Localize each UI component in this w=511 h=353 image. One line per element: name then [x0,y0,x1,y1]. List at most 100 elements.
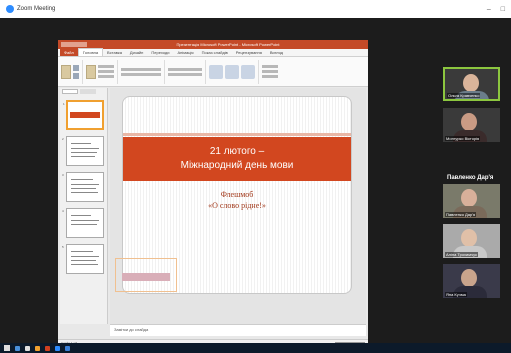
thumb-text-line [71,156,95,157]
thumb-text-line [71,188,96,189]
task-view-icon[interactable] [25,345,30,351]
clipboard-group [61,59,83,84]
browser-icon[interactable] [65,345,70,351]
thumb-number: 5 [62,245,64,249]
participant-face [461,269,477,287]
notes-pane[interactable]: Замітки до слайда [110,324,366,336]
editing-group [262,60,281,84]
paste-button[interactable] [61,64,71,79]
thumb-text-line [71,264,98,265]
thumb-text-line [71,220,99,221]
thumb-text-line [71,215,91,216]
tab-insert[interactable]: Вставка [103,49,126,56]
search-icon[interactable] [15,345,20,351]
title-band: 21 лютого – Міжнародний день мови [123,137,351,181]
thumb-number: 2 [62,137,64,141]
drawing-group [209,59,259,84]
participant-name: Аліна Трохимчук [445,252,478,257]
slide-thumbnail[interactable]: 1 [63,100,104,130]
powerpoint-title: Презентація Microsoft PowerPoint - Micro… [176,42,280,47]
maximize-button[interactable]: □ [501,6,505,13]
slide-thumbnail[interactable]: 4 [62,208,104,238]
align-buttons[interactable] [168,72,202,76]
participant-name: Павленко Дар'я [445,212,477,217]
windows-start-icon[interactable] [4,345,10,351]
slide-thumbnail[interactable]: 3 [62,172,104,202]
new-slide-button[interactable] [86,64,96,79]
replace-button[interactable] [262,70,278,73]
zoom-taskbar-icon[interactable] [55,345,60,351]
tab-home[interactable]: Головна [77,48,104,56]
tab-transitions[interactable]: Переходи [147,49,173,56]
thumbnail-tabs [60,88,107,95]
slide-thumbnail[interactable]: 2 [62,136,104,166]
layout-button[interactable] [98,65,114,68]
ribbon-tabs: Файл Головна Вставка Дизайн Переходи Ані… [58,48,368,57]
participant-face [463,74,479,92]
font-style-buttons[interactable] [121,72,161,76]
meeting-area: Презентація Microsoft PowerPoint - Micro… [0,18,511,346]
participant-tile[interactable]: Ольга Кравченко [443,67,500,101]
participant-tile[interactable]: Аліна Трохимчук [443,224,500,258]
tab-design[interactable]: Дизайн [126,49,147,56]
powerpoint-taskbar-icon[interactable] [45,345,50,351]
thumb-number: 3 [62,173,64,177]
tab-file[interactable]: Файл [60,49,78,56]
powerpoint-body: 1 2 3 4 5 21 лютого – Міжнародний день м… [58,88,368,338]
tab-review[interactable]: Рецензування [232,49,266,56]
font-family-select[interactable] [121,67,161,71]
slide-title-line2: Міжнародний день мови [180,160,294,171]
thumb-text-line [71,260,96,261]
thumb-text-line [71,184,99,185]
slide-subtitle-line2: «О слово рідне!» [208,201,266,210]
copy-icon[interactable] [73,72,79,79]
paragraph-group [168,59,206,84]
taskbar [0,343,511,353]
cut-icon[interactable] [73,64,79,71]
thumb-text-line [71,179,93,180]
zoom-logo-icon [6,5,14,13]
participant-face [461,229,477,247]
tab-slides[interactable] [62,89,78,94]
thumb-number: 1 [63,102,65,106]
thumb-title-band [70,112,100,118]
participant-face [461,189,477,207]
participant-face [461,113,477,131]
quick-styles-button[interactable] [241,64,255,79]
arrange-button[interactable] [225,64,239,79]
title-band-accent [123,133,351,136]
thumb-text-line [71,256,99,257]
thumb-text-line [71,148,99,149]
shapes-gallery[interactable] [209,64,223,79]
list-buttons[interactable] [168,67,202,71]
thumb-text-line [71,192,98,193]
active-speaker-name: Павленко Дар'я [447,175,494,181]
window-title: Zoom Meeting [17,6,56,12]
thumb-number: 4 [62,209,64,213]
quick-access-toolbar[interactable] [61,42,87,47]
tab-animations[interactable]: Анімація [174,49,198,56]
thumb-text-line [71,152,97,153]
slide-subtitle-line1: Флешмоб [220,190,254,199]
tab-view[interactable]: Вигляд [266,49,287,56]
find-button[interactable] [262,65,278,68]
reset-button[interactable] [98,70,114,73]
slide-thumbnail-pane: 1 2 3 4 5 [60,88,108,324]
slide-thumbnail[interactable]: 5 [62,244,104,274]
participant-tile[interactable]: Павленко Дар'я [443,184,500,218]
participant-name: Монгурко Вікторія [445,136,481,141]
annotation-bar [122,273,170,281]
slide-title-line1: 21 лютого – [209,146,265,157]
powerpoint-titlebar: Презентація Microsoft PowerPoint - Micro… [58,40,368,49]
participant-tile[interactable]: Монгурко Вікторія [443,108,500,142]
shared-screen: Презентація Microsoft PowerPoint - Micro… [58,40,368,346]
tab-slideshow[interactable]: Показ слайдів [198,49,232,56]
participant-tile[interactable]: Яна Кучма [443,264,500,298]
tab-outline[interactable] [80,89,96,94]
slides-group [86,59,118,84]
thumb-text-line [71,224,97,225]
minimize-button[interactable]: – [487,6,491,13]
file-explorer-icon[interactable] [35,345,40,351]
select-button[interactable] [262,75,278,78]
section-button[interactable] [98,75,114,78]
